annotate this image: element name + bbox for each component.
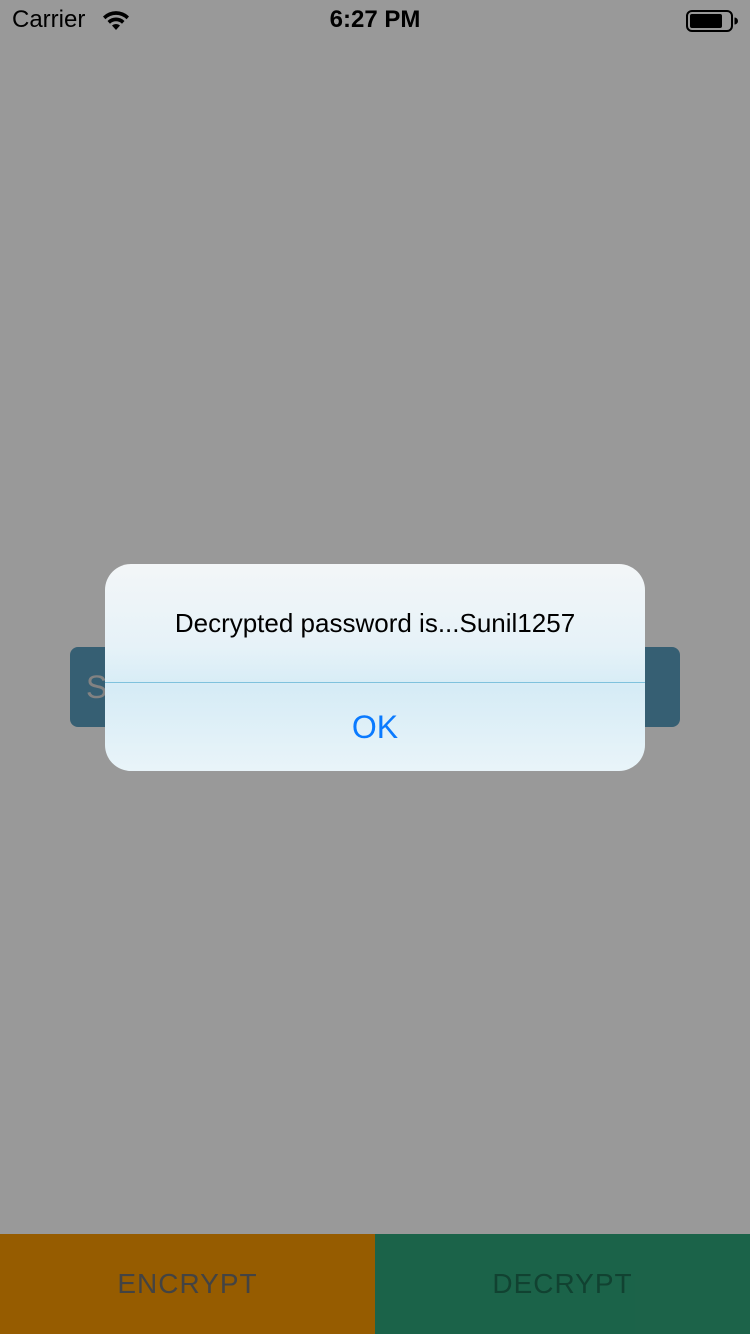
app-screen: Carrier 6:27 PM S ENCRYPT DECRYPT Decryp… bbox=[0, 0, 750, 1334]
alert-ok-button[interactable]: OK bbox=[105, 683, 645, 771]
alert-dialog: Decrypted password is...Sunil1257 OK bbox=[105, 564, 645, 771]
status-bar: Carrier 6:27 PM bbox=[0, 0, 750, 40]
alert-message: Decrypted password is...Sunil1257 bbox=[174, 608, 576, 638]
battery-icon bbox=[686, 10, 738, 32]
clock: 6:27 PM bbox=[329, 6, 421, 33]
